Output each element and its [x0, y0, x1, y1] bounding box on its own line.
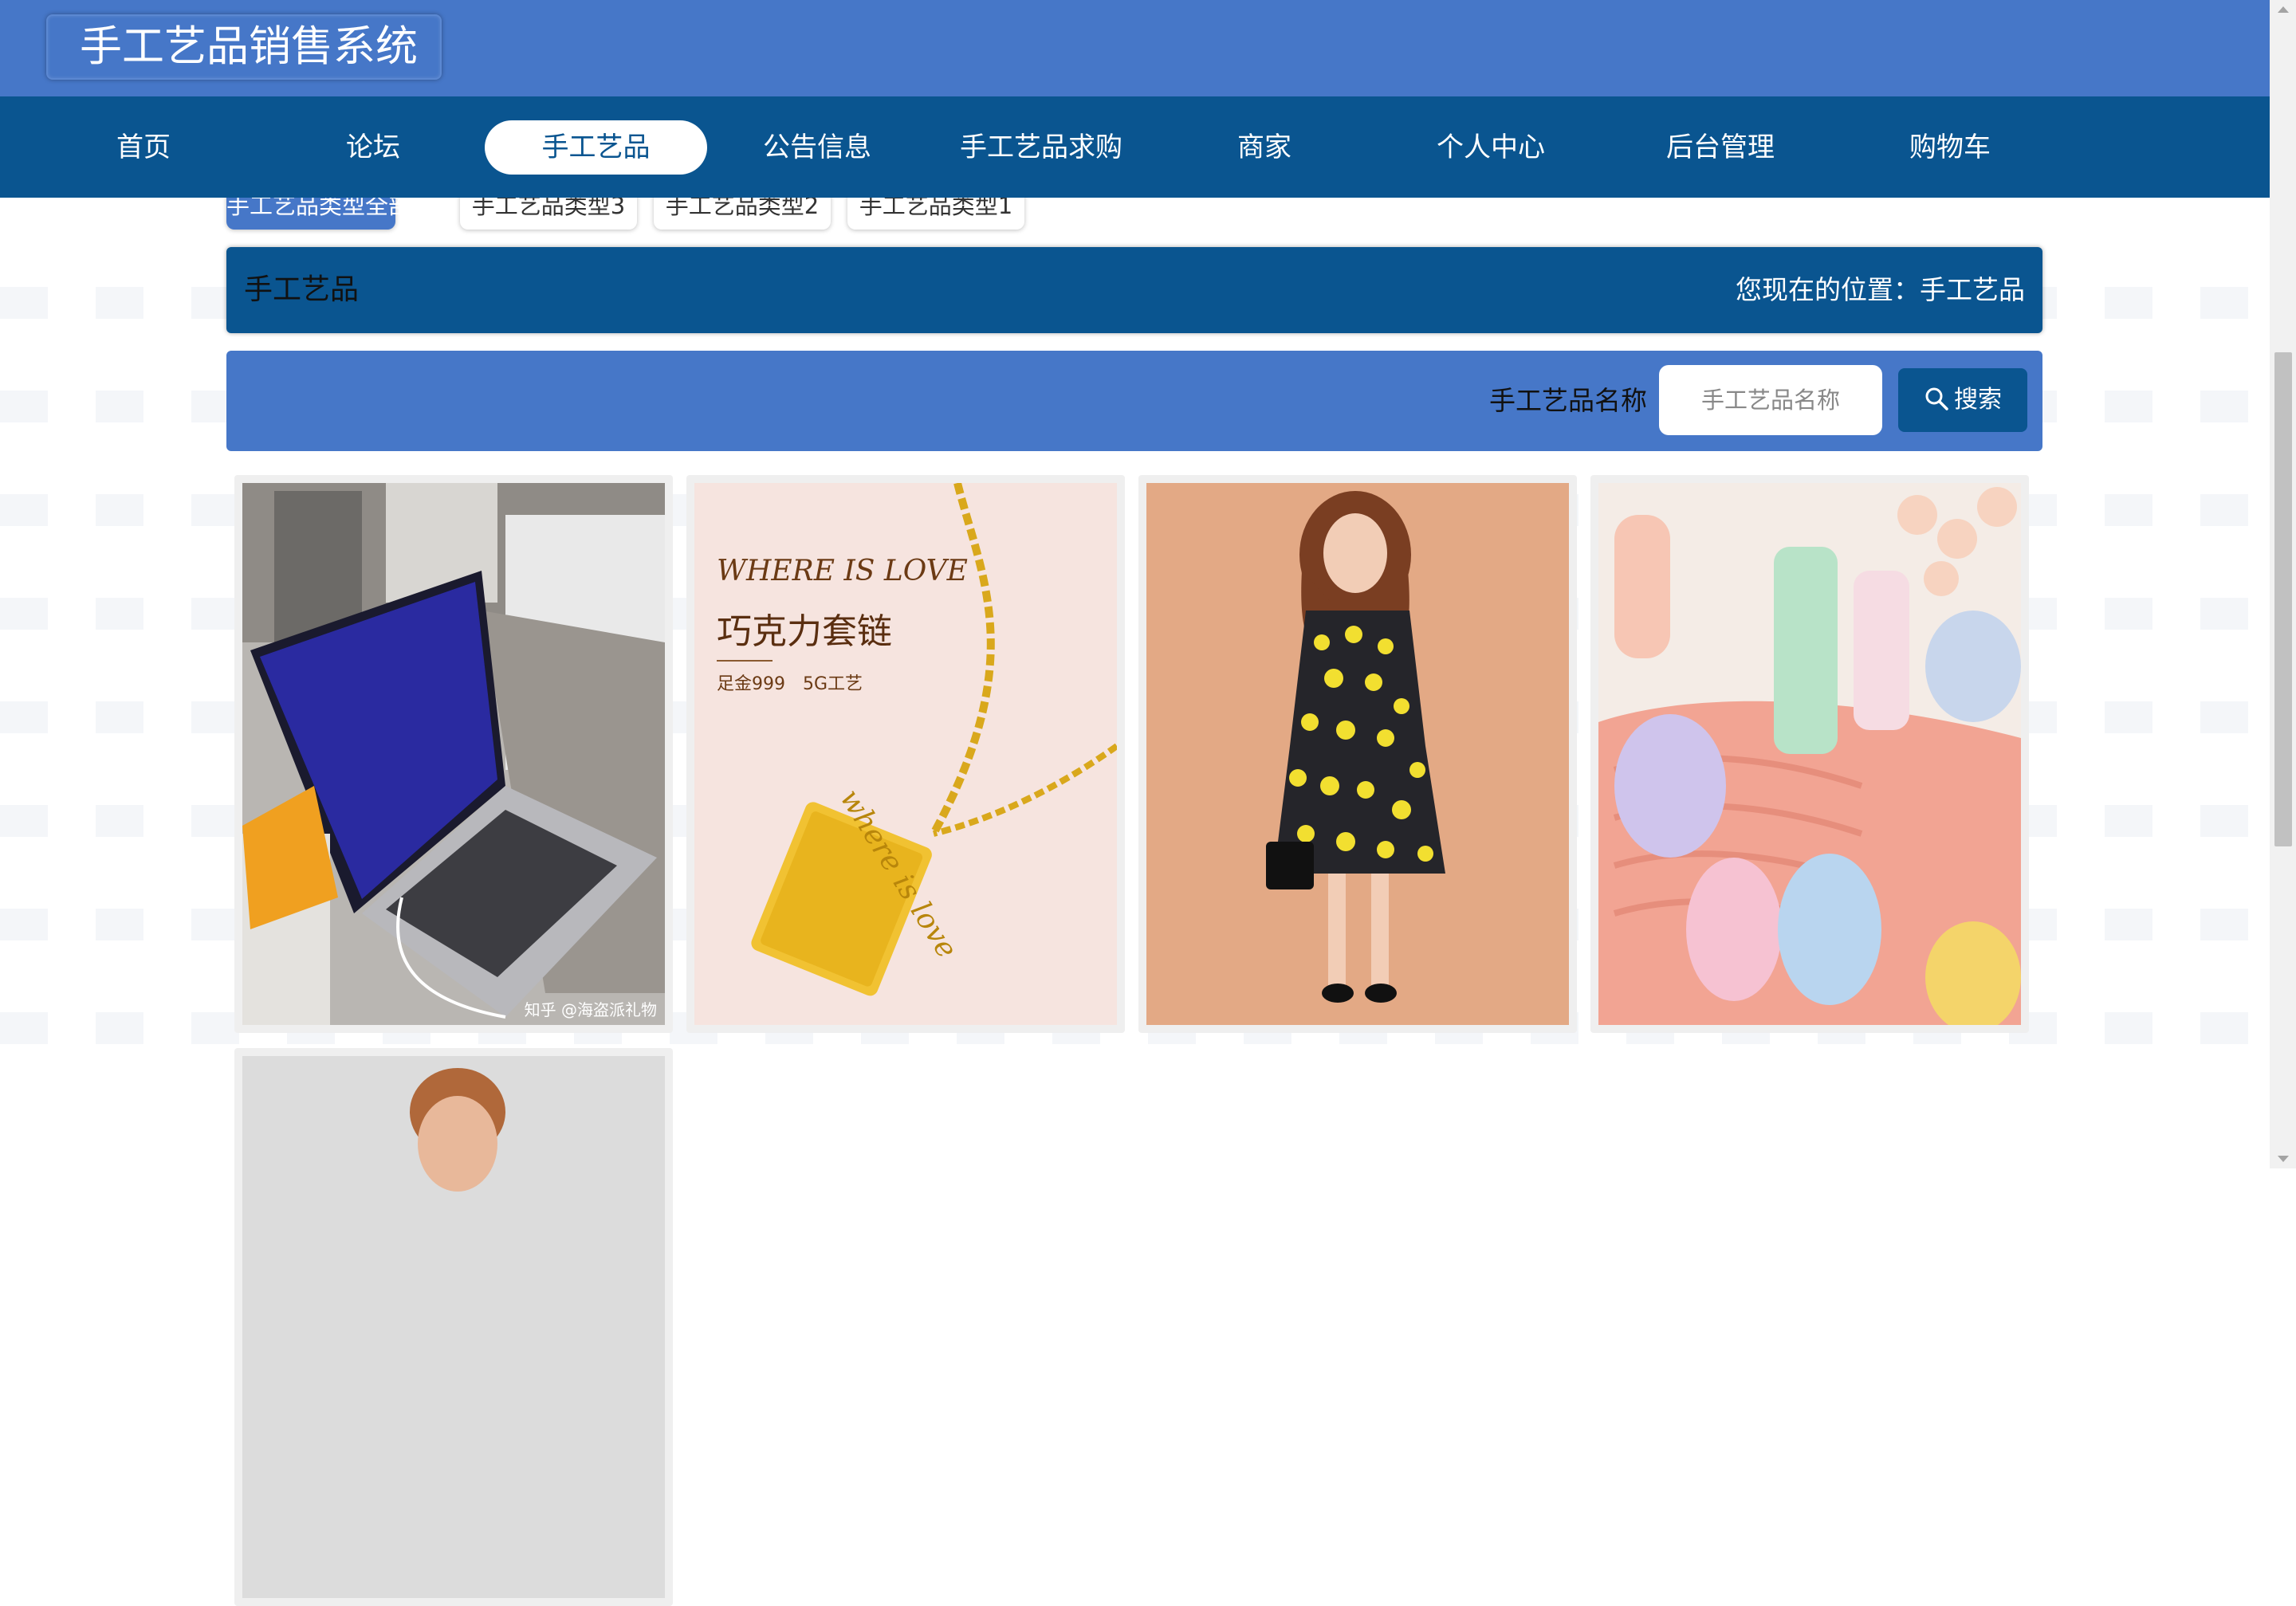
page-header: 手工艺品 您现在的位置：手工艺品 [226, 247, 2042, 333]
search-input[interactable] [1659, 365, 1882, 435]
necklace-title: 巧克力套链 [717, 611, 892, 652]
scrollbar[interactable] [2270, 0, 2296, 1168]
search-button-label: 搜索 [1954, 386, 2002, 414]
necklace-headline: WHERE IS LOVE [717, 555, 968, 587]
top-header: 手工艺品销售系统 [0, 0, 2270, 96]
nav-item-forum[interactable]: 论坛 [309, 120, 437, 175]
product-card[interactable]: WHERE IS LOVE 巧克力套链 足金999 5G工艺 where is … [686, 475, 1125, 1033]
search-label: 手工艺品名称 [1489, 385, 1647, 416]
nav-item-crafts[interactable]: 手工艺品 [485, 120, 707, 175]
product-image-laptop: 知乎 @海盗派礼物 [242, 483, 665, 1025]
product-image-man [242, 1056, 665, 1598]
product-card[interactable] [1138, 475, 1577, 1033]
search-icon [1925, 387, 1948, 410]
necklace-subtitle: 足金999 5G工艺 [717, 674, 863, 694]
scroll-down-arrow[interactable] [2278, 1156, 2289, 1162]
image-caption: 知乎 @海盗派礼物 [524, 1000, 657, 1019]
search-bar: 手工艺品名称 搜索 [226, 351, 2042, 451]
scroll-up-arrow[interactable] [2278, 6, 2289, 13]
search-button[interactable]: 搜索 [1898, 368, 2027, 432]
product-card[interactable] [234, 1048, 673, 1606]
product-card[interactable] [1590, 475, 2029, 1033]
product-image-hot-water-bottles [1598, 483, 2021, 1025]
nav-item-merchants[interactable]: 商家 [1201, 120, 1328, 175]
nav-item-personal-center[interactable]: 个人中心 [1427, 120, 1555, 175]
nav-item-announcements[interactable]: 公告信息 [749, 120, 885, 175]
nav-item-admin[interactable]: 后台管理 [1657, 120, 1784, 175]
breadcrumb: 您现在的位置：手工艺品 [1736, 274, 2025, 305]
product-image-dress [1146, 483, 1569, 1025]
nav-item-crafts-wanted[interactable]: 手工艺品求购 [953, 120, 1129, 175]
scrollbar-thumb[interactable] [2274, 352, 2292, 846]
main-nav: 首页 论坛 手工艺品 公告信息 手工艺品求购 商家 个人中心 后台管理 购物车 [0, 96, 2270, 198]
divider [717, 660, 773, 662]
page-title: 手工艺品 [244, 273, 360, 306]
app-title: 手工艺品销售系统 [46, 14, 442, 80]
nav-item-cart[interactable]: 购物车 [1886, 120, 2014, 175]
product-image-necklace: WHERE IS LOVE 巧克力套链 足金999 5G工艺 where is … [694, 483, 1117, 1025]
product-card[interactable]: 知乎 @海盗派礼物 [234, 475, 673, 1033]
nav-item-home[interactable]: 首页 [80, 120, 207, 175]
